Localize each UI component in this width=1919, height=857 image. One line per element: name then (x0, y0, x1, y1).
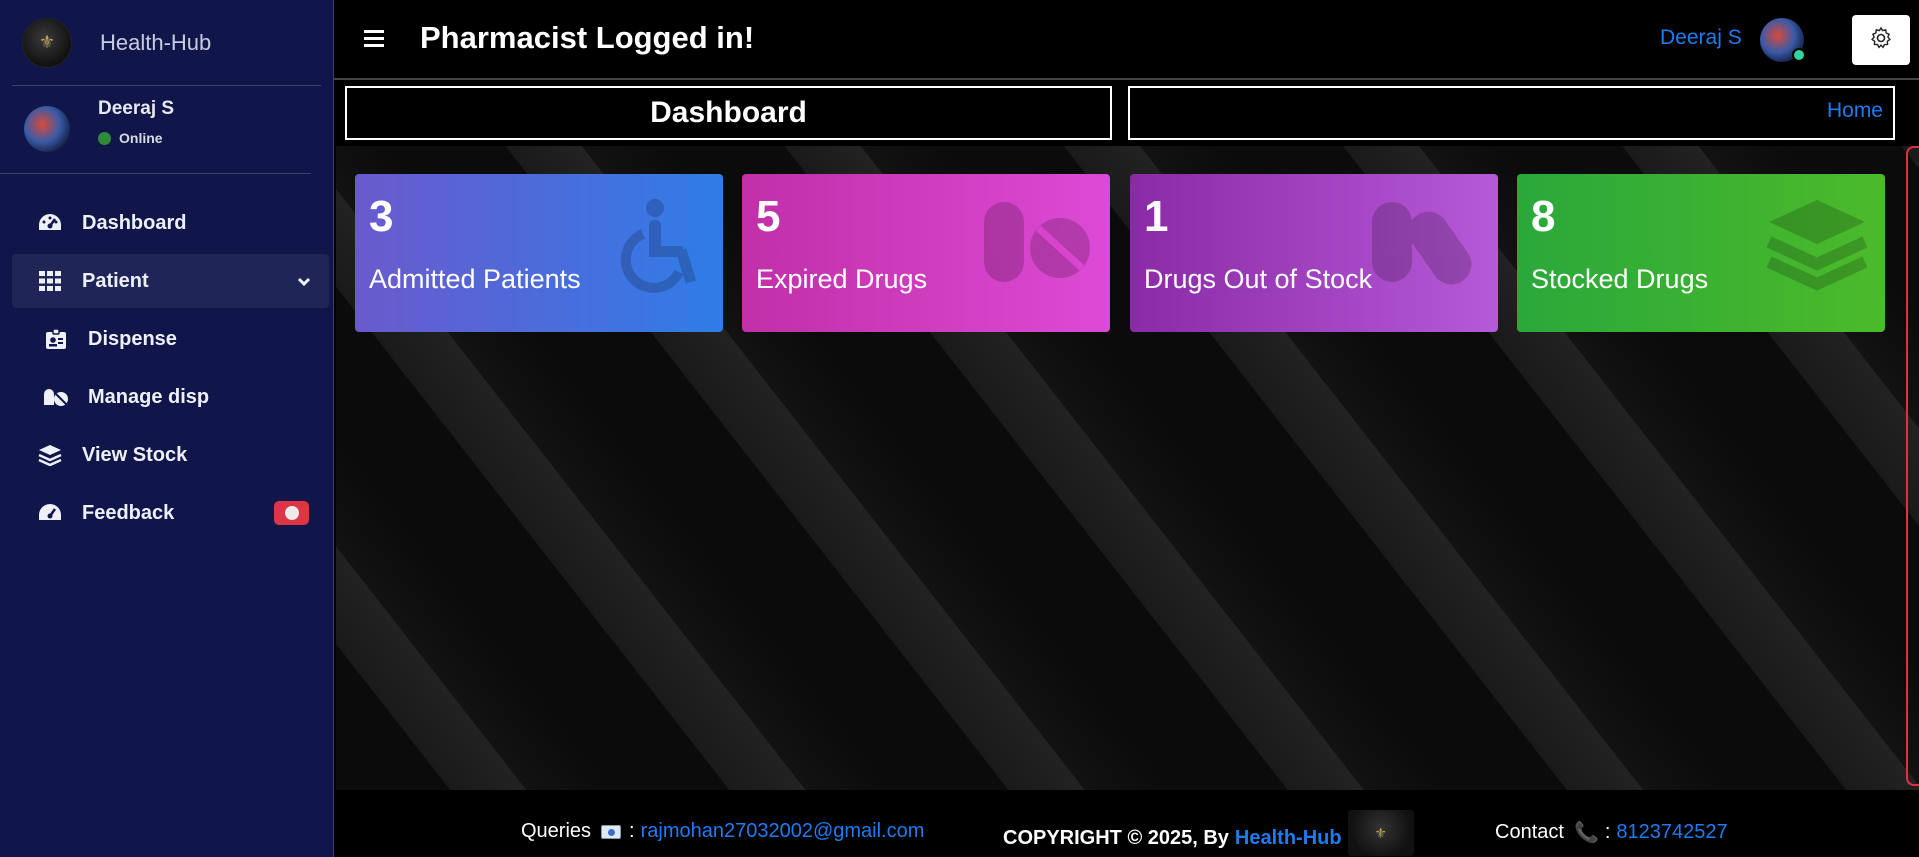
chevron-down-icon (297, 270, 311, 293)
copyright-text: COPYRIGHT © 2025, By (1003, 826, 1229, 849)
user-panel: Deeraj S Online (0, 86, 311, 174)
footer-contact: Contact 📞 : 8123742527 (1495, 821, 1728, 844)
sidebar-item-patient[interactable]: Patient (12, 254, 329, 308)
card-value: 3 (369, 192, 394, 241)
card-expired-drugs[interactable]: 5 Expired Drugs (742, 174, 1110, 332)
feedback-badge (274, 501, 309, 525)
gear-icon (1869, 26, 1893, 54)
sidebar-item-dashboard[interactable]: Dashboard (12, 196, 329, 250)
online-dot-icon (98, 131, 111, 145)
top-username-link[interactable]: Deeraj S (1660, 26, 1742, 50)
tachometer-icon (36, 211, 64, 235)
grid-icon (36, 269, 64, 293)
card-label: Expired Drugs (756, 264, 928, 294)
sidebar-item-label: Dashboard (82, 211, 187, 234)
breadcrumb-home-link[interactable]: Home (1827, 99, 1883, 123)
footer-copyright: COPYRIGHT © 2025, By Health-Hub ⚜ (1003, 810, 1414, 856)
card-value: 1 (1144, 192, 1169, 241)
breadcrumb: Home (1128, 86, 1895, 140)
footer: Queries : rajmohan27032002@gmail.com COP… (336, 790, 1919, 857)
card-value: 8 (1531, 192, 1556, 241)
sidebar-item-label: Dispense (88, 327, 177, 350)
brand-name: Health-Hub (100, 29, 212, 55)
sidebar-item-manage-disp[interactable]: Manage disp (12, 370, 329, 424)
phone-icon: 📞 (1573, 822, 1599, 844)
user-status: Online (98, 130, 174, 146)
email-icon (601, 824, 622, 839)
queries-label: Queries (521, 820, 592, 842)
pills-icon (42, 385, 70, 409)
sidebar-item-feedback[interactable]: Feedback (12, 486, 329, 540)
online-dot-icon (1792, 48, 1806, 62)
sidebar-item-label: Feedback (82, 501, 175, 524)
capsules-icon (1370, 198, 1480, 292)
contact-label: Contact (1495, 821, 1564, 843)
card-label: Stocked Drugs (1531, 264, 1709, 294)
prescription-bottle-icon (982, 198, 1092, 292)
sidebar-item-label: Patient (82, 269, 149, 292)
footer-logo: ⚜ (1347, 810, 1414, 856)
footer-brand-link[interactable]: Health-Hub (1235, 827, 1342, 850)
settings-button[interactable] (1852, 15, 1910, 65)
page-title: Pharmacist Logged in! (420, 20, 755, 55)
wheelchair-icon (609, 198, 705, 298)
card-admitted-patients[interactable]: 3 Admitted Patients (355, 174, 723, 332)
avatar[interactable] (1760, 18, 1806, 62)
scrollbar[interactable] (1906, 146, 1919, 786)
id-badge-icon (42, 327, 70, 351)
sidebar-item-label: View Stock (82, 443, 188, 466)
footer-phone-link[interactable]: 8123742527 (1616, 821, 1727, 844)
card-drugs-out-of-stock[interactable]: 1 Drugs Out of Stock (1130, 174, 1498, 332)
layers-icon (1766, 198, 1868, 298)
avatar[interactable] (24, 106, 70, 152)
brand-logo: ⚜ (22, 17, 72, 68)
tachometer-icon (36, 501, 64, 525)
menu-toggle-icon[interactable] (364, 30, 384, 51)
sidebar: ⚜ Health-Hub Deeraj S Online Dashboard P… (0, 0, 334, 857)
card-label: Admitted Patients (369, 264, 581, 294)
sidebar-item-dispense[interactable]: Dispense (12, 312, 329, 366)
user-status-label: Online (119, 130, 163, 146)
footer-email-link[interactable]: rajmohan27032002@gmail.com (641, 820, 925, 843)
user-name[interactable]: Deeraj S (98, 98, 174, 120)
top-navbar: Pharmacist Logged in! Deeraj S (334, 0, 1919, 80)
card-label: Drugs Out of Stock (1144, 264, 1373, 294)
content-title: Dashboard (345, 86, 1112, 140)
brand-link[interactable]: ⚜ Health-Hub (12, 0, 321, 86)
sidebar-item-label: Manage disp (88, 385, 210, 408)
card-stocked-drugs[interactable]: 8 Stocked Drugs (1517, 174, 1885, 332)
sidebar-nav: Dashboard Patient Dispense Manage disp V… (0, 196, 333, 540)
badge-dot-icon (284, 506, 299, 520)
footer-queries: Queries : rajmohan27032002@gmail.com (521, 820, 925, 843)
card-value: 5 (756, 192, 781, 241)
layers-icon (36, 443, 64, 467)
sidebar-item-view-stock[interactable]: View Stock (12, 428, 329, 482)
